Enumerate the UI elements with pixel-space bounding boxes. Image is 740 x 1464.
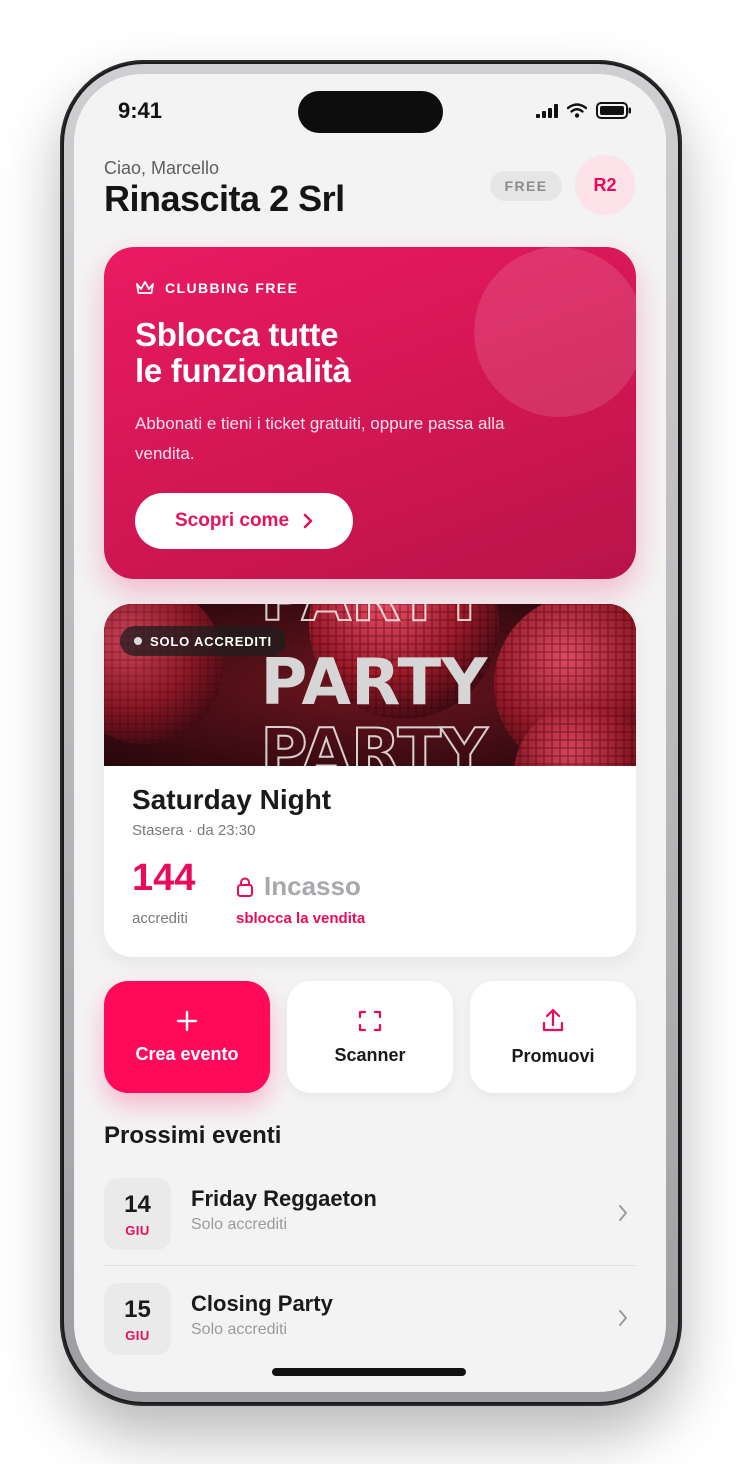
chevron-right-icon — [303, 513, 313, 529]
tag-dot — [134, 637, 142, 645]
upcoming-event-name: Closing Party — [191, 1291, 333, 1316]
share-icon — [542, 1008, 564, 1031]
event-type-tag-label: SOLO ACCREDITI — [150, 633, 272, 649]
upcoming-event-row[interactable]: 14 GIU Friday Reggaeton Solo accrediti — [104, 1178, 636, 1268]
plus-icon — [176, 1010, 198, 1031]
wifi-icon — [567, 103, 587, 118]
date-chip: 14 GIU — [104, 1178, 171, 1250]
signal-icon — [536, 103, 558, 118]
promo-title: Sblocca tutte le funzionalità — [135, 317, 495, 389]
date-month: GIU — [125, 1222, 150, 1238]
list-divider — [104, 1265, 636, 1266]
accrediti-count: 144 — [132, 857, 196, 899]
promo-description: Abbonati e tieni i ticket gratuiti, oppu… — [135, 414, 505, 463]
chevron-right-icon — [619, 1310, 627, 1326]
scanner-label: Scanner — [334, 1044, 406, 1065]
promo-title-line2: le funzionalità — [135, 352, 351, 389]
dynamic-island — [298, 91, 443, 133]
lock-icon — [237, 877, 253, 897]
event-cover-image: PARTY PARTY PARTY SOLO ACCREDITI — [104, 604, 636, 766]
create-event-label: Crea evento — [135, 1043, 239, 1064]
plan-badge[interactable]: FREE — [490, 171, 562, 201]
event-title: Saturday Night — [132, 784, 332, 815]
upcoming-event-type: Solo accrediti — [191, 1216, 288, 1233]
discover-button-label: Scopri come — [174, 510, 290, 531]
accrediti-label: accrediti — [132, 910, 188, 927]
cover-word-outline-bottom: PARTY — [261, 716, 489, 766]
promote-label: Promuovi — [511, 1045, 595, 1066]
avatar[interactable]: R2 — [575, 155, 635, 215]
tonight-event-card[interactable]: PARTY PARTY PARTY SOLO ACCREDITI Saturda… — [104, 604, 636, 957]
greeting-text: Ciao, Marcello — [104, 158, 220, 178]
scan-icon — [358, 1010, 382, 1031]
date-day: 14 — [124, 1190, 151, 1218]
date-chip: 15 GIU — [104, 1283, 171, 1355]
status-time: 9:41 — [118, 98, 163, 123]
upcoming-event-name: Friday Reggaeton — [191, 1186, 377, 1211]
crown-icon — [136, 281, 154, 294]
create-event-button[interactable]: Crea evento — [104, 981, 270, 1093]
upcoming-event-type: Solo accrediti — [191, 1321, 288, 1338]
discover-button[interactable]: Scopri come — [135, 493, 353, 549]
promo-title-line1: Sblocca tutte — [135, 316, 339, 353]
promo-eyebrow: CLUBBING FREE — [135, 280, 298, 296]
upgrade-promo-card[interactable]: CLUBBING FREE Sblocca tutte le funzional… — [104, 247, 636, 579]
promo-eyebrow-label: CLUBBING FREE — [165, 280, 299, 296]
upcoming-event-row[interactable]: 15 GIU Closing Party Solo accrediti — [104, 1283, 636, 1373]
chevron-right-icon — [619, 1205, 627, 1221]
battery-icon — [596, 102, 631, 119]
event-time: Stasera · da 23:30 — [132, 822, 256, 839]
cover-word-main: PARTY — [261, 646, 489, 720]
revenue-label: Incasso — [264, 871, 361, 901]
upcoming-section-title: Prossimi eventi — [104, 1122, 282, 1149]
unlock-sales-link[interactable]: sblocca la vendita — [236, 910, 365, 927]
revenue-locked: Incasso — [236, 871, 361, 902]
promo-decoration — [474, 247, 636, 417]
scanner-button[interactable]: Scanner — [287, 981, 453, 1093]
event-type-tag: SOLO ACCREDITI — [120, 626, 286, 656]
company-name: Rinascita 2 Srl — [104, 178, 345, 219]
promote-button[interactable]: Promuovi — [470, 981, 636, 1093]
app-screen: 9:41 Ciao, Marcello Rinascita 2 Srl FREE… — [74, 74, 666, 1392]
home-indicator[interactable] — [272, 1368, 466, 1376]
date-day: 15 — [124, 1295, 151, 1323]
status-icons — [536, 102, 632, 119]
cover-word-outline-top: PARTY — [261, 604, 489, 636]
date-month: GIU — [125, 1327, 150, 1343]
